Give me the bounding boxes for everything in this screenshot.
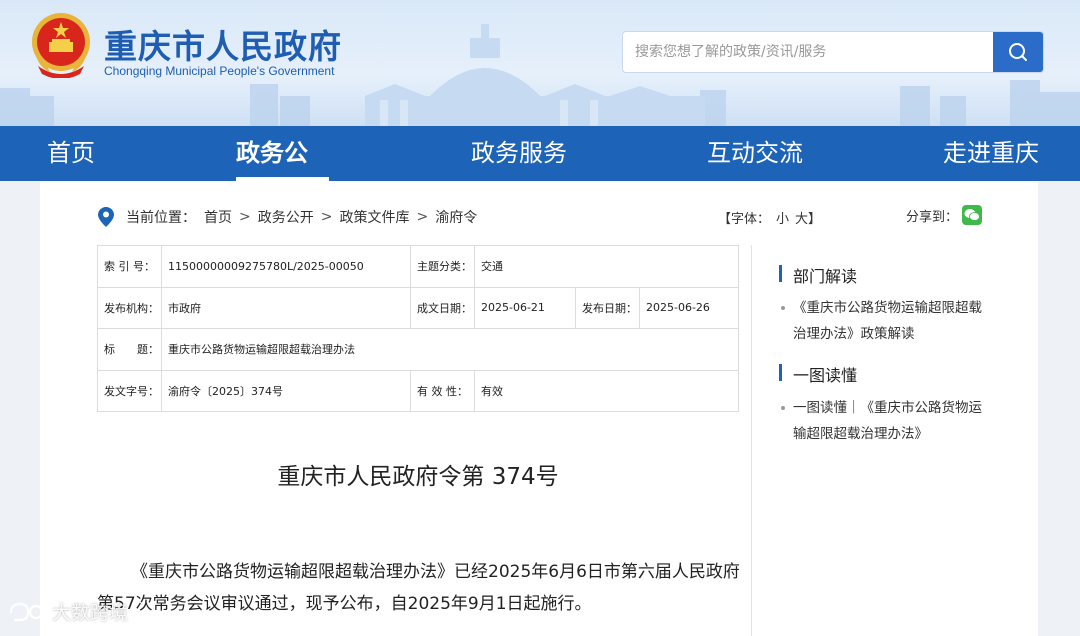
site-title[interactable]: 重庆市人民政府 (104, 20, 342, 68)
breadcrumb-prefix: 当前位置： (126, 210, 196, 226)
watermark-logo-icon (9, 602, 44, 621)
site-header: 重庆市人民政府 Chongqing Municipal People's Gov… (0, 0, 1080, 126)
table-row: 发布机构： 市政府 成文日期： 2025-06-21 发布日期： 2025-06… (97, 286, 739, 329)
breadcrumb-separator: > (320, 209, 333, 225)
table-row: 索 引 号： 11500000009275780L/2025-00050 主题分… (97, 245, 739, 288)
table-row: 发文字号： 渝府令〔2025〕374号 有 效 性： 有效 (97, 369, 739, 412)
national-emblem-logo (32, 13, 90, 78)
meta-value-title: 重庆市公路货物运输超限超载治理办法 (161, 328, 739, 371)
search-box (623, 32, 1043, 72)
breadcrumb: 当前位置： 首页 > 政务公开 > 政策文件库 > 渝府令 (98, 205, 477, 229)
breadcrumb-item-decree[interactable]: 渝府令 (435, 207, 477, 227)
document-heading: 重庆市人民政府令第 374号 (277, 464, 559, 490)
font-size-label: 【字体： (718, 212, 771, 227)
site-subtitle: Chongqing Municipal People's Government (104, 64, 335, 78)
meta-value-doc-no: 渝府令〔2025〕374号 (161, 369, 411, 412)
column-divider (751, 245, 752, 636)
main-nav: 首页 政务公开 政务服务 互动交流 走进重庆 (0, 126, 1080, 222)
document-paragraph: 《重庆市公路货物运输超限超载治理办法》已经2025年6月6日市第六届人民政府第5… (97, 562, 740, 614)
watermark-text: 大数跨境 (52, 602, 129, 624)
meta-value-index-no: 11500000009275780L/2025-00050 (161, 245, 411, 288)
share-label: 分享到： (906, 209, 959, 225)
sidebar-link-infographic[interactable]: 一图读懂｜《重庆市公路货物运输超限超载治理办法》 (779, 395, 989, 447)
breadcrumb-item-home[interactable]: 首页 (204, 207, 232, 227)
content-panel: 当前位置： 首页 > 政务公开 > 政策文件库 > 渝府令 【字体： 小大】 分享… (40, 181, 1038, 636)
bullet-dot (781, 406, 785, 410)
search-button[interactable] (993, 32, 1043, 72)
meta-key: 标 题： (97, 328, 162, 371)
font-size-close: 】 (808, 212, 822, 227)
document-metadata-table: 索 引 号： 11500000009275780L/2025-00050 主题分… (97, 245, 739, 412)
font-size-small-button[interactable]: 小 (776, 212, 789, 227)
font-size-large-button[interactable]: 大 (795, 212, 808, 227)
bullet-dot (781, 306, 785, 310)
watermark: 大数跨境 (8, 598, 128, 625)
breadcrumb-separator: > (416, 209, 429, 225)
table-row: 标 题： 重庆市公路货物运输超限超载治理办法 (97, 328, 739, 371)
meta-key: 发布日期： (575, 286, 640, 329)
wechat-icon (964, 209, 980, 221)
font-size-control: 【字体： 小大】 (718, 208, 821, 227)
sidebar-link-policy-interpretation[interactable]: 《重庆市公路货物运输超限超载治理办法》政策解读 (779, 295, 989, 347)
meta-value-pub-date: 2025-06-26 (639, 286, 739, 329)
meta-value-issuer: 市政府 (161, 286, 411, 329)
nav-item-government-affairs[interactable]: 政务公开 (236, 126, 329, 222)
meta-key: 索 引 号： (97, 245, 162, 288)
sidebar-section-title-infographic: 一图读懂 (779, 362, 857, 386)
meta-key: 主题分类： (410, 245, 475, 288)
sidebar-section-title-interpretation: 部门解读 (779, 263, 857, 287)
breadcrumb-item-government-affairs[interactable]: 政务公开 (258, 207, 314, 227)
wechat-share-button[interactable] (962, 205, 983, 225)
breadcrumb-item-policy-library[interactable]: 政策文件库 (339, 207, 409, 227)
share-bar: 分享到： (906, 205, 983, 225)
sidebar-link-label: 一图读懂｜《重庆市公路货物运输超限超载治理办法》 (793, 400, 982, 442)
nav-item-about-chongqing[interactable]: 走进重庆 (943, 126, 1039, 181)
location-pin-icon (98, 207, 114, 227)
nav-item-interaction[interactable]: 互动交流 (707, 126, 803, 181)
breadcrumb-separator: > (239, 209, 251, 225)
meta-value-validity: 有效 (474, 369, 739, 412)
search-icon (1009, 43, 1027, 61)
search-input[interactable] (623, 32, 993, 72)
sidebar-link-label: 《重庆市公路货物运输超限超载治理办法》政策解读 (793, 300, 982, 342)
meta-key: 发布机构： (97, 286, 162, 329)
meta-key: 有 效 性： (410, 369, 475, 412)
meta-value-made-date: 2025-06-21 (474, 286, 576, 329)
nav-item-services[interactable]: 政务服务 (471, 126, 567, 181)
meta-value-topic: 交通 (474, 245, 739, 288)
nav-item-home[interactable]: 首页 (47, 126, 95, 181)
meta-key: 成文日期： (410, 286, 475, 329)
meta-key: 发文字号： (97, 369, 162, 412)
